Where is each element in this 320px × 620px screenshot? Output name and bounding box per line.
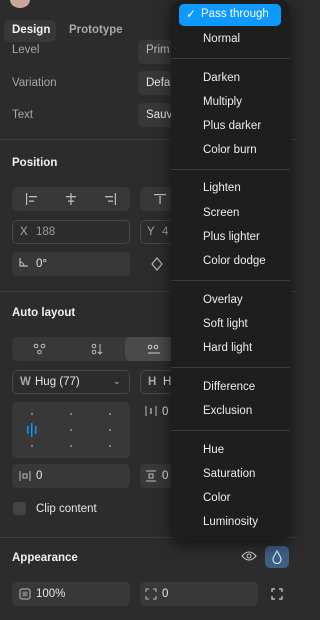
horizontal-align-group — [12, 187, 130, 211]
checkmark-icon: ✓ — [186, 7, 197, 21]
auto-layout-title: Auto layout — [12, 307, 76, 319]
appearance-title: Appearance — [12, 552, 78, 564]
menu-item-color-burn[interactable]: Color burn — [203, 144, 257, 156]
menu-divider — [171, 367, 290, 368]
align-right-icon[interactable] — [91, 187, 130, 211]
x-field[interactable] — [12, 220, 130, 244]
menu-item-darken[interactable]: Darken — [203, 72, 240, 84]
align-left-icon[interactable] — [12, 187, 51, 211]
x-label: X — [20, 226, 28, 238]
menu-item-pass-through[interactable]: ✓ Pass through — [179, 4, 281, 26]
align-center-h-icon[interactable] — [51, 187, 90, 211]
gap-icon — [145, 405, 157, 420]
eye-icon[interactable] — [241, 550, 257, 565]
menu-divider — [171, 58, 290, 59]
variation-label: Variation — [12, 77, 57, 89]
menu-item-plus-darker[interactable]: Plus darker — [203, 120, 261, 132]
expand-corners-icon[interactable] — [271, 588, 283, 603]
layout-vertical-icon[interactable] — [69, 337, 126, 361]
menu-item-multiply[interactable]: Multiply — [203, 96, 242, 108]
position-title: Position — [12, 157, 58, 169]
level-value: Prim — [146, 44, 170, 54]
w-label: W — [20, 376, 31, 388]
padding-horizontal-value: 0 — [36, 470, 43, 482]
menu-item-label: Pass through — [201, 8, 269, 20]
menu-item-difference[interactable]: Difference — [203, 381, 255, 393]
menu-item-lighten[interactable]: Lighten — [203, 182, 241, 194]
corner-radius-value: 0 — [162, 588, 169, 600]
menu-item-soft-light[interactable]: Soft light — [203, 318, 248, 330]
text-value: Sauv — [146, 109, 173, 121]
avatar[interactable] — [10, 0, 30, 8]
blend-mode-menu: ✓ Pass through Normal Darken Multiply Pl… — [171, 0, 290, 540]
tab-design-label: Design — [12, 24, 51, 36]
variation-value: Defa — [146, 77, 171, 89]
blend-mode-button[interactable] — [265, 546, 289, 568]
y-value: 4 — [162, 226, 169, 238]
padding-vertical-icon — [145, 470, 157, 485]
opacity-icon — [19, 588, 31, 603]
menu-item-screen[interactable]: Screen — [203, 207, 239, 219]
menu-item-hue[interactable]: Hue — [203, 444, 224, 456]
menu-item-overlay[interactable]: Overlay — [203, 294, 243, 306]
alignment-dots — [12, 402, 130, 458]
menu-item-hard-light[interactable]: Hard light — [203, 342, 252, 354]
menu-item-exclusion[interactable]: Exclusion — [203, 405, 252, 417]
rotation-field[interactable] — [12, 252, 130, 276]
y-label: Y — [147, 226, 155, 238]
corner-radius-field[interactable] — [140, 582, 258, 606]
rotation-icon — [19, 257, 29, 270]
menu-divider — [171, 430, 290, 431]
drop-icon — [272, 549, 282, 567]
menu-divider — [171, 280, 290, 281]
layout-direction-group — [12, 337, 183, 361]
x-value: 188 — [36, 226, 56, 238]
chevron-down-icon[interactable]: ⌄ — [113, 376, 121, 387]
menu-divider — [171, 169, 290, 170]
rotation-value: 0° — [36, 258, 47, 270]
padding-horizontal-icon — [19, 470, 31, 485]
rotate-icon — [151, 257, 163, 274]
alignment-grid[interactable] — [12, 402, 130, 458]
menu-item-color-dodge[interactable]: Color dodge — [203, 255, 266, 267]
w-value: Hug (77) — [35, 376, 80, 388]
menu-item-saturation[interactable]: Saturation — [203, 468, 255, 480]
layout-wrap-icon[interactable] — [12, 337, 69, 361]
menu-item-plus-lighter[interactable]: Plus lighter — [203, 231, 260, 243]
text-label: Text — [12, 109, 34, 121]
clip-content-label: Clip content — [36, 503, 97, 515]
h-label: H — [148, 376, 157, 388]
menu-item-luminosity[interactable]: Luminosity — [203, 516, 258, 528]
menu-item-normal[interactable]: Normal — [203, 33, 240, 45]
level-label: Level — [12, 44, 40, 54]
gap-value[interactable]: 0 — [162, 406, 168, 418]
tab-prototype[interactable]: Prototype — [69, 24, 123, 36]
menu-item-color[interactable]: Color — [203, 492, 230, 504]
corner-radius-icon — [145, 588, 157, 603]
padding-vertical-value: 0 — [162, 470, 169, 482]
clip-content-checkbox[interactable] — [13, 502, 26, 515]
opacity-value: 100% — [36, 588, 66, 600]
